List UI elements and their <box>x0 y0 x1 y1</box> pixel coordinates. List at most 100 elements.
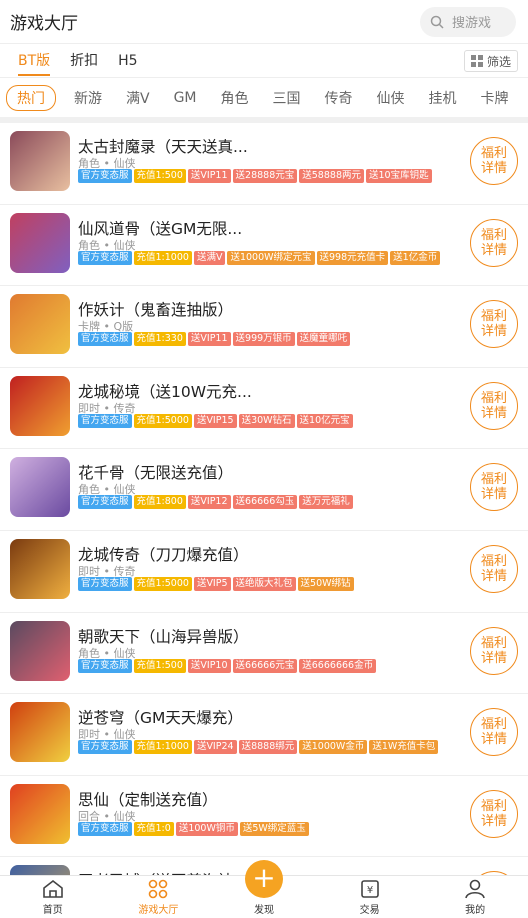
svg-text:¥: ¥ <box>366 885 372 896</box>
game-icon <box>10 702 70 763</box>
game-tag: 官方变态服 <box>78 413 132 428</box>
game-name: 作妖计（鬼畜连抽版） <box>78 301 234 320</box>
category-tab[interactable]: 挂机 <box>429 88 457 108</box>
game-icon <box>10 294 70 355</box>
category-tab[interactable]: 卡牌 <box>481 88 509 108</box>
game-icon <box>10 131 70 191</box>
welfare-details-button[interactable]: 福利详情 <box>470 137 518 185</box>
tag-list: 官方变态服 充值1:1000 送VIP24 送8888绑元 送1000W金币 送1W充值卡… <box>78 740 440 755</box>
welfare-details-button[interactable]: 福利详情 <box>470 789 518 838</box>
welfare-details-button[interactable]: 福利详情 <box>470 544 518 593</box>
game-icon <box>10 783 70 844</box>
game-tag: 送30W钻石 <box>238 413 295 428</box>
game-list-item[interactable]: 花千骨（无限送充值） 角色 • 仙侠 官方变态服 充值1:800 送VIP12 送6666… <box>0 449 528 531</box>
details-label: 详情 <box>480 161 507 176</box>
tag-list: 官方变态服 充值1:500 送VIP10 送66666元宝 送6666666金币 <box>78 658 378 673</box>
game-tag: 送VIP12 <box>187 495 231 510</box>
game-list-item[interactable]: 思仙（定制送充值） 回合 • 仙侠 官方变态服 充值1:0 送100W铜币 送5W绑定蓝玉… <box>0 776 528 858</box>
welfare-details-button[interactable]: 福利详情 <box>470 381 518 430</box>
category-tab[interactable]: 角色 <box>221 88 249 108</box>
category-tabs: 热门 新游 满V GM 角色 三国 传奇 仙侠 挂机 卡牌 <box>0 79 528 117</box>
details-label: 详情 <box>480 487 507 503</box>
game-tag: 送1000W金币 <box>299 740 368 755</box>
tag-list: 官方变态服 充值1:5000 送VIP5 送绝版大礼包 送50W绑钻 <box>78 576 356 591</box>
page-title: 游戏大厅 <box>10 14 78 34</box>
grid-icon <box>149 879 168 899</box>
game-tag: 充值1:330 <box>133 332 186 347</box>
tag-list: 官方变态服 充值1:800 送VIP12 送66666勾玉 送万元福礼 <box>78 495 355 510</box>
game-tag: 送58888两元 <box>299 169 364 183</box>
nav-discover-label: 发现 <box>253 905 274 916</box>
game-tag: 送100W铜币 <box>175 821 238 836</box>
game-list-item[interactable]: 仙风道骨（送GM无限... 角色 • 仙侠 官方变态服 充值1:1000 送满V 送100… <box>0 205 528 287</box>
search-input[interactable]: 搜游戏 <box>420 6 516 37</box>
welfare-details-button[interactable]: 福利详情 <box>470 300 518 349</box>
nav-lobby-label: 游戏大厅 <box>138 905 179 916</box>
game-tag: 官方变态服 <box>78 169 132 183</box>
nav-home[interactable]: 首页 <box>0 876 106 918</box>
game-tag: 送万元福礼 <box>299 495 353 510</box>
game-list-item[interactable]: 龙城秘境（送10W元充... 即时 • 传奇 官方变态服 充值1:5000 送VIP15… <box>0 368 528 450</box>
welfare-details-button[interactable]: 福利详情 <box>470 708 518 757</box>
tab-discount[interactable]: 折扣 <box>70 44 98 78</box>
game-name: 仙风道骨（送GM无限... <box>78 219 243 238</box>
type-tabs: BT版 折扣 H5 筛选 <box>0 44 528 78</box>
category-tab[interactable]: 热门 <box>6 85 56 111</box>
welfare-details-button[interactable]: 福利详情 <box>470 626 518 675</box>
welfare-label: 福利 <box>480 635 507 651</box>
category-tab[interactable]: 仙侠 <box>377 88 405 108</box>
game-tag: 送998元充值卡 <box>316 250 389 265</box>
game-list-item[interactable]: 逆苍穹（GM天天爆充） 即时 • 仙侠 官方变态服 充值1:1000 送VIP24 送88… <box>0 694 528 776</box>
details-label: 详情 <box>480 405 507 421</box>
game-tag: 充值1:5000 <box>133 576 192 591</box>
game-list: 太古封魔录（天天送真... 角色 • 仙侠 官方变态服 充值1:500 送VIP11 送2… <box>0 123 528 875</box>
game-tag: 送VIP5 <box>193 576 231 591</box>
game-tag: 送VIP11 <box>187 169 231 183</box>
filter-button[interactable]: 筛选 <box>463 50 518 72</box>
game-list-item[interactable]: 太古封魔录（天天送真... 角色 • 仙侠 官方变态服 充值1:500 送VIP11 送2… <box>0 123 528 205</box>
game-tag: 充值1:500 <box>133 658 186 673</box>
game-list-item[interactable]: 龙城传奇（刀刀爆充值） 即时 • 传奇 官方变态服 充值1:5000 送VIP5 送绝版大… <box>0 531 528 613</box>
welfare-label: 福利 <box>480 798 507 814</box>
nav-mine[interactable]: 我的 <box>422 876 528 918</box>
nav-lobby[interactable]: 游戏大厅 <box>106 876 212 918</box>
tag-list: 官方变态服 充值1:330 送VIP11 送999万银币 送魔童哪吒 <box>78 332 352 347</box>
welfare-details-button[interactable]: 福利详情 <box>470 463 518 512</box>
category-tab[interactable]: 满V <box>126 88 150 108</box>
game-tag: 送6666666金币 <box>299 658 377 673</box>
welfare-label: 福利 <box>480 553 507 569</box>
game-name: 龙城秘境（送10W元充... <box>78 382 252 401</box>
game-name: 逆苍穹（GM天天爆充） <box>78 709 243 728</box>
category-tab[interactable]: GM <box>174 90 197 106</box>
game-tag: 官方变态服 <box>78 332 132 347</box>
game-tag: 送绝版大礼包 <box>232 576 296 591</box>
welfare-label: 福利 <box>480 227 507 243</box>
user-icon <box>465 879 485 899</box>
tag-list: 官方变态服 充值1:500 送VIP11 送28888元宝 送58888两元 送10宝库钥… <box>78 169 434 183</box>
game-tag: 送VIP24 <box>193 740 237 755</box>
game-tag: 官方变态服 <box>78 576 132 591</box>
trade-icon: ¥ <box>360 880 379 898</box>
nav-home-label: 首页 <box>42 905 63 916</box>
bottom-nav: 首页 游戏大厅 + 发现 ¥ 交易 我的 <box>0 860 528 918</box>
nav-trade[interactable]: ¥ 交易 <box>317 876 423 918</box>
welfare-details-button[interactable]: 福利详情 <box>470 218 518 267</box>
game-tag: 送1W充值卡包 <box>369 740 439 755</box>
game-tag: 送魔童哪吒 <box>296 332 351 347</box>
category-tab[interactable]: 新游 <box>74 88 102 108</box>
tab-bt[interactable]: BT版 <box>18 44 51 78</box>
game-name: 花千骨（无限送充值） <box>78 464 234 483</box>
game-name: 思仙（定制送充值） <box>78 790 218 809</box>
game-icon <box>10 457 70 518</box>
category-tab[interactable]: 传奇 <box>325 88 353 108</box>
game-list-item[interactable]: 朝歌天下（山海异兽版） 角色 • 仙侠 官方变态服 充值1:500 送VIP10 送666… <box>0 613 528 695</box>
category-tab[interactable]: 三国 <box>273 88 301 108</box>
game-list-item[interactable]: 作妖计（鬼畜连抽版） 卡牌 • Q版 官方变态服 充值1:330 送VIP11 送999万… <box>0 286 528 368</box>
game-tag: 送VIP15 <box>193 413 237 428</box>
filter-icon <box>470 55 483 67</box>
nav-mine-label: 我的 <box>465 905 486 916</box>
nav-discover[interactable]: + 发现 <box>211 860 317 918</box>
game-tag: 送VIP11 <box>187 332 231 347</box>
game-tag: 充值1:1000 <box>133 250 192 265</box>
tab-h5[interactable]: H5 <box>118 44 137 78</box>
